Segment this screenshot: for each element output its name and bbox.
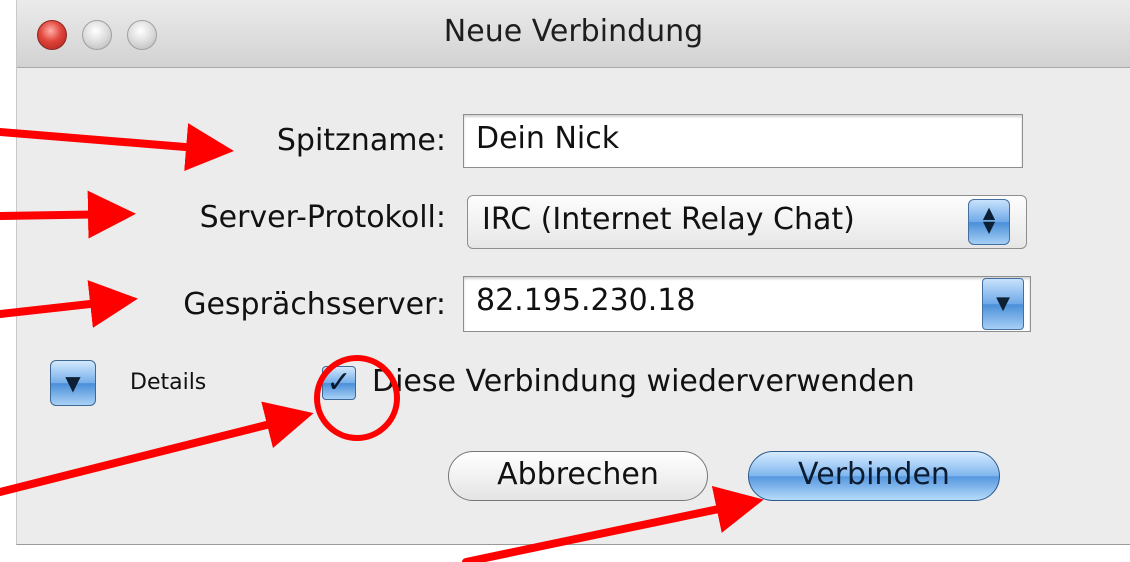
checkmark-icon: ✓ — [326, 365, 352, 400]
disclosure-triangle-icon: ▼ — [65, 371, 81, 395]
protocol-popup[interactable]: IRC (Internet Relay Chat) — [467, 195, 1027, 249]
cancel-button[interactable]: Abbrechen — [448, 451, 708, 501]
server-combo-input[interactable]: 82.195.230.18 — [463, 276, 1031, 332]
nickname-label: Spitzname: — [276, 123, 446, 158]
connect-button[interactable]: Verbinden — [748, 451, 1000, 501]
server-combo-arrow-icon[interactable]: ▼ — [982, 278, 1024, 330]
window-title: Neue Verbindung — [443, 14, 704, 49]
server-label: Gesprächsserver: — [183, 287, 446, 322]
reuse-checkbox[interactable]: ✓ — [322, 366, 356, 400]
details-disclosure-button[interactable]: ▼ — [50, 360, 96, 406]
details-label: Details — [130, 370, 207, 395]
protocol-label: Server-Protokoll: — [199, 200, 446, 235]
reuse-checkbox-label[interactable]: Diese Verbindung wiederverwenden — [372, 364, 915, 399]
nickname-input[interactable]: Dein Nick — [463, 114, 1023, 168]
protocol-stepper-icon[interactable]: ▲ ▼ — [968, 199, 1010, 245]
title-bar[interactable]: Neue Verbindung — [17, 0, 1130, 68]
